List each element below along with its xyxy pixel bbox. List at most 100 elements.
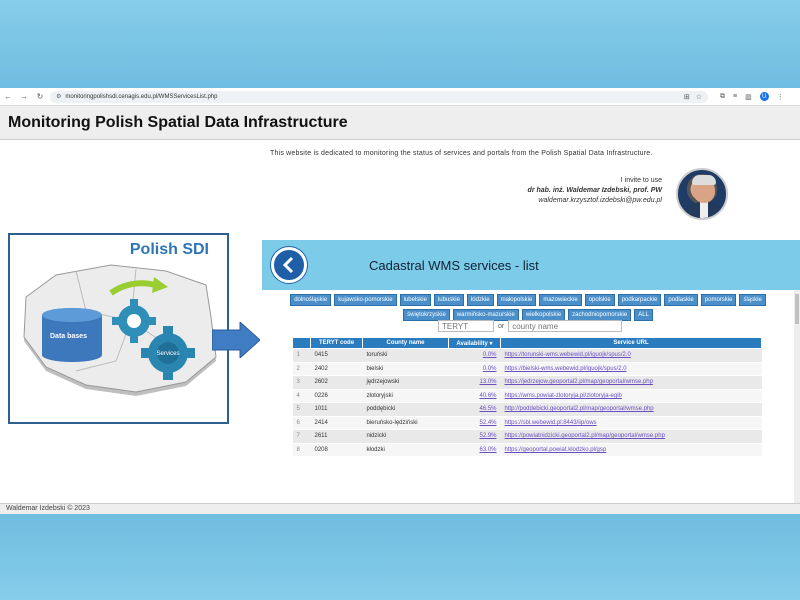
author-photo [676,168,728,220]
browser-window: ← → ↻ ⚙ monitoringpolishsdi.cenagis.edu.… [0,88,800,514]
author-name: dr hab. inż. Waldemar Izdebski, prof. PW [527,187,662,194]
availability-sort-header[interactable]: Availability ▾ [448,337,501,349]
table-row: 5 1011 poddębicki 46.5% http://poddebicki.ge… [292,402,762,417]
teryt-cell: 2414 [310,416,363,430]
service-url-link[interactable]: https://bielski-wms.webewid.pl/iguojk/sp… [500,362,762,376]
county-cell: złotoryjski [362,389,449,403]
panel-header: Cadastral WMS services - list [262,240,800,290]
voivodeship-button[interactable]: ALL [634,309,653,321]
voivodeship-button[interactable]: opolskie [584,294,615,306]
profile-avatar[interactable]: U [759,92,769,101]
availability-link[interactable]: 40.6% [448,389,501,403]
wms-services-panel: Cadastral WMS services - list dolnośląsk… [262,240,800,514]
teryt-input[interactable] [438,320,494,332]
site-header: Monitoring Polish Spatial Data Infrastru… [0,106,800,140]
availability-link[interactable]: 0.0% [448,348,501,363]
reload-icon[interactable]: ↻ [32,92,48,101]
voivodeship-filter: dolnośląskie kujawsko-pomorskie lubelskie l… [280,294,776,321]
availability-link[interactable]: 0.0% [448,362,501,376]
availability-link[interactable]: 13.0% [448,375,501,390]
desktop-background-top [0,0,800,88]
service-url-link[interactable]: https://geoportal.powiat.klodzko.pl/gsp [500,443,762,457]
translate-icon[interactable]: ⊞ [684,93,690,101]
county-cell: kłodzki [362,443,449,457]
voivodeship-button[interactable]: lubuskie [433,294,464,306]
voivodeship-button[interactable]: pomorskie [700,294,737,306]
voivodeship-button[interactable]: małopolskie [496,294,537,306]
sdi-title: Polish SDI [129,241,209,258]
county-cell: toruński [362,348,449,363]
forward-icon[interactable]: → [16,92,32,101]
teryt-cell: 0208 [310,443,363,457]
column-header: Service URL [500,337,762,349]
back-button[interactable] [271,247,307,283]
invite-block: I invite to use dr hab. inż. Waldemar Iz… [440,176,662,206]
table-row: 2 2402 bielski 0.0% https://bielski-wms.webe… [292,362,762,376]
scrollbar[interactable] [794,290,800,514]
row-index: 5 [292,402,311,417]
service-url-link[interactable]: https://powiatnidzicki.geoportal2.pl/map… [500,429,762,444]
voivodeship-button[interactable]: śląskie [739,294,766,306]
table-row: 6 2414 bieruńsko-lędziński 52.4% https://sbl… [292,416,762,430]
voivodeship-button[interactable]: kujawsko-pomorskie [334,294,397,306]
availability-link[interactable]: 52.9% [448,429,501,444]
county-name-input[interactable] [508,320,623,332]
voivodeship-button[interactable]: dolnośląskie [290,294,332,306]
polish-sdi-graphic: Polish SDI Services Data bases [8,233,229,424]
service-url-link[interactable]: https://jedrzejow.geoportal2.pl/map/geop… [500,375,762,390]
service-url-link[interactable]: https://wms.powiat-zlotoryja.pl/zlotoryj… [500,389,762,403]
row-index: 4 [292,389,311,403]
search-bar: or [438,320,623,332]
county-cell: jędrzejowski [362,375,449,390]
media-icon[interactable]: ≡ [733,93,737,100]
row-index: 3 [292,375,311,390]
teryt-cell: 2402 [310,362,363,376]
teryt-cell: 0415 [310,348,363,363]
teryt-cell: 0226 [310,389,363,403]
or-label: or [498,322,505,330]
column-header [292,337,311,349]
availability-link[interactable]: 46.5% [448,402,501,417]
menu-kebab-icon[interactable]: ⋮ [777,93,784,101]
table-row: 1 0415 toruński 0.0% https://torunski-wms.we… [292,348,762,363]
table-row: 7 2611 nidzicki 52.9% https://powiatnidzicki… [292,429,762,444]
county-cell: poddębicki [362,402,449,417]
author-email: waldemar.krzysztof.izdebski@pw.edu.pl [538,197,662,204]
service-url-link[interactable]: http://poddebicki.geoportal2.pl/map/geop… [500,402,762,417]
site-footer: Waldemar Izdebski © 2023 [0,503,800,514]
databases-label: Data bases [50,333,87,340]
row-index: 7 [292,429,311,444]
voivodeship-button[interactable]: lubelskie [399,294,431,306]
intro-text: This website is dedicated to monitoring … [270,150,653,157]
row-index: 6 [292,416,311,430]
url-text: monitoringpolishsdi.cenagis.edu.pl/WMSSe… [65,93,218,100]
bookmark-star-icon[interactable]: ☆ [696,93,702,101]
row-index: 8 [292,443,311,457]
table-row: 3 2602 jędrzejowski 13.0% https://jedrzejow.… [292,375,762,390]
service-url-link[interactable]: https://torunski-wms.webewid.pl/iguojk/s… [500,348,762,363]
voivodeship-button[interactable]: mazowieckie [539,294,582,306]
county-cell: bieruńsko-lędziński [362,416,449,430]
sidepanel-icon[interactable]: ▥ [745,93,752,101]
address-bar[interactable]: ⚙ monitoringpolishsdi.cenagis.edu.pl/WMS… [50,90,708,103]
right-arrow-icon [212,322,260,358]
back-icon[interactable]: ← [0,92,16,101]
voivodeship-button[interactable]: łódzkie [466,294,494,306]
extensions-icon[interactable]: ⧉ [720,93,725,101]
availability-link[interactable]: 63.0% [448,443,501,457]
county-cell: bielski [362,362,449,376]
column-header: TERYT code [310,337,363,349]
browser-toolbar: ← → ↻ ⚙ monitoringpolishsdi.cenagis.edu.… [0,88,800,106]
invite-text: I invite to use [620,177,662,184]
teryt-cell: 2602 [310,375,363,390]
panel-title: Cadastral WMS services - list [369,257,539,273]
service-url-link[interactable]: https://sbl.webewid.pl:8443/iip/ows [500,416,762,430]
voivodeship-button[interactable]: podlaskie [664,294,698,306]
table-header-row: TERYT code County name Availability ▾ Servi… [292,337,762,349]
availability-link[interactable]: 52.4% [448,416,501,430]
table-row: 4 0226 złotoryjski 40.6% https://wms.powiat-… [292,389,762,403]
site-info-icon[interactable]: ⚙ [56,93,61,100]
table-row: 8 0208 kłodzki 63.0% https://geoportal.powia… [292,443,762,457]
voivodeship-button[interactable]: podkarpackie [617,294,662,306]
services-label: Services [156,351,179,357]
